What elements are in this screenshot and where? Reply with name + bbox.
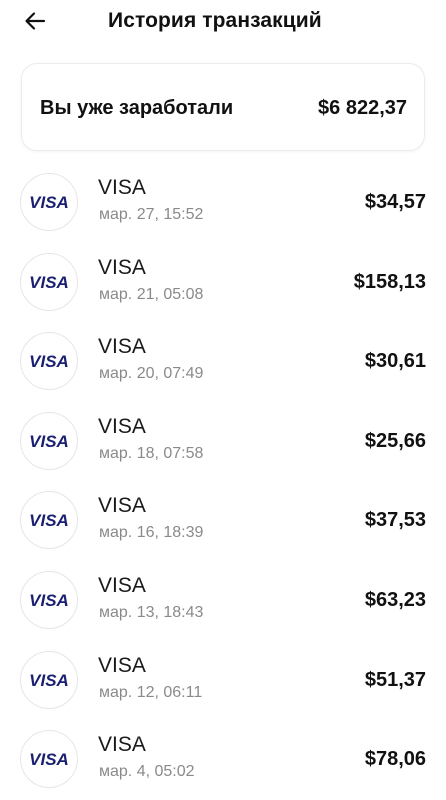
transaction-amount: $158,13 [353, 270, 426, 293]
transaction-name: VISA [98, 733, 146, 757]
transaction-name: VISA [98, 335, 146, 359]
page-title: История транзакций [108, 9, 322, 32]
visa-logo: VISA [20, 570, 78, 629]
transaction-date: мар. 4, 05:02 [99, 763, 195, 781]
visa-logo: VISA [20, 252, 78, 311]
arrow-left-icon [25, 12, 46, 30]
transaction-name: VISA [98, 414, 146, 438]
transaction-list: VISA VISA мар. 27, 15:52 $34,57 VISA VIS… [0, 162, 446, 799]
transaction-date: мар. 20, 07:49 [99, 365, 204, 383]
transaction-date: мар. 18, 07:58 [99, 444, 204, 462]
transaction-amount: $37,53 [364, 509, 426, 532]
transaction-amount: $63,23 [364, 588, 426, 611]
transaction-row[interactable]: VISA VISA мар. 13, 18:43 $63,23 [0, 560, 446, 640]
visa-logo-text: VISA [29, 511, 69, 529]
visa-logo: VISA [20, 411, 78, 470]
top-bar: История транзакций [0, 0, 446, 44]
transaction-date: мар. 13, 18:43 [99, 603, 204, 621]
transaction-name: VISA [98, 494, 146, 518]
visa-logo-text: VISA [29, 193, 69, 211]
transaction-row[interactable]: VISA VISA мар. 12, 06:11 $51,37 [0, 640, 446, 720]
transaction-date: мар. 21, 05:08 [99, 285, 204, 303]
visa-logo: VISA [20, 332, 78, 391]
transaction-date: мар. 12, 06:11 [99, 683, 203, 701]
transaction-date: мар. 27, 15:52 [99, 206, 204, 223]
transaction-name: VISA [98, 573, 146, 597]
visa-logo-text: VISA [29, 432, 69, 450]
transaction-row[interactable]: VISA VISA мар. 27, 15:52 $34,57 [0, 162, 446, 242]
back-button[interactable] [20, 6, 50, 36]
transaction-row[interactable]: VISA VISA мар. 18, 07:58 $25,66 [0, 401, 446, 481]
transaction-amount: $25,66 [364, 429, 426, 452]
transaction-amount: $30,61 [364, 350, 426, 373]
visa-logo-text: VISA [29, 273, 69, 291]
transaction-amount: $51,37 [364, 668, 426, 691]
transaction-name: VISA [98, 653, 146, 677]
transaction-name: VISA [98, 176, 146, 199]
transaction-date: мар. 16, 18:39 [99, 524, 204, 542]
visa-logo-text: VISA [29, 591, 69, 609]
transaction-row[interactable]: VISA VISA мар. 16, 18:39 $37,53 [0, 480, 446, 560]
visa-logo: VISA [20, 650, 78, 709]
transaction-amount: $34,57 [364, 191, 426, 213]
earnings-label: Вы уже заработали [40, 97, 234, 119]
visa-logo-text: VISA [29, 671, 69, 689]
visa-logo-text: VISA [29, 352, 69, 370]
transaction-row[interactable]: VISA VISA мар. 21, 05:08 $158,13 [0, 242, 446, 322]
visa-logo: VISA [20, 173, 78, 231]
visa-logo-text: VISA [29, 750, 69, 768]
transaction-row[interactable]: VISA VISA мар. 20, 07:49 $30,61 [0, 321, 446, 401]
visa-logo: VISA [20, 491, 78, 550]
transaction-name: VISA [98, 255, 146, 279]
transaction-amount: $78,06 [364, 748, 426, 771]
transaction-row[interactable]: VISA VISA мар. 4, 05:02 $78,06 [0, 719, 446, 799]
visa-logo: VISA [20, 730, 78, 789]
earnings-summary-card: Вы уже заработали $6 822,37 [21, 63, 425, 151]
earnings-amount: $6 822,37 [318, 97, 407, 119]
